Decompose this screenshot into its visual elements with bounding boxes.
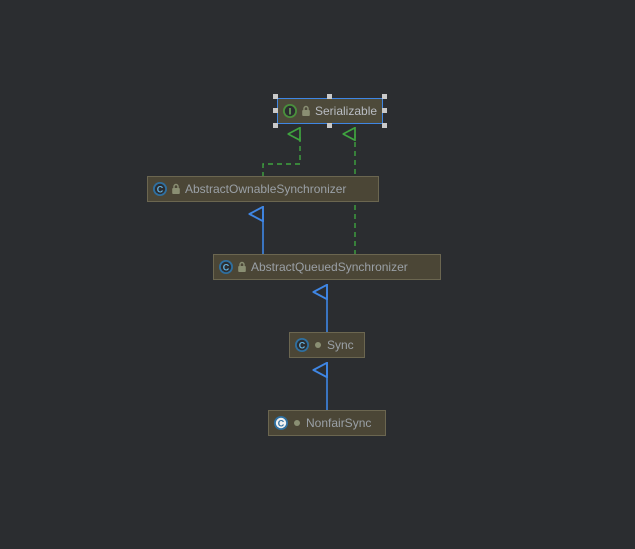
selection-handle[interactable] [273,108,278,113]
selection-handle[interactable] [273,123,278,128]
diagram-canvas[interactable]: I Serializable C [0,0,635,549]
lock-icon [237,259,247,275]
interface-icon: I [282,103,298,119]
node-label: Sync [327,338,354,352]
node-label: AbstractQueuedSynchronizer [251,260,408,274]
selection-handle[interactable] [382,108,387,113]
svg-text:I: I [289,107,292,117]
lock-icon [171,181,181,197]
svg-text:C: C [223,263,230,273]
node-label: NonfairSync [306,416,371,430]
edge-aos-serializable [263,134,300,177]
class-icon: C [218,259,234,275]
node-label: AbstractOwnableSynchronizer [185,182,346,196]
class-icon: C [294,337,310,353]
svg-text:C: C [278,419,285,429]
lock-icon [301,103,311,119]
selection-handle[interactable] [327,94,332,99]
lock-icon [313,337,323,353]
node-nonfair-sync[interactable]: C NonfairSync [268,410,386,436]
selection-handle[interactable] [382,123,387,128]
lock-icon [292,415,302,431]
node-abstract-ownable-synchronizer[interactable]: C AbstractOwnableSynchronizer [147,176,379,202]
node-sync[interactable]: C Sync [289,332,365,358]
selection-handle[interactable] [273,94,278,99]
node-serializable[interactable]: I Serializable [277,98,383,124]
selection-handle[interactable] [327,123,332,128]
svg-text:C: C [157,185,164,195]
class-icon: C [273,415,289,431]
node-label: Serializable [315,104,377,118]
selection-handle[interactable] [382,94,387,99]
svg-text:C: C [299,341,306,351]
class-icon: C [152,181,168,197]
node-abstract-queued-synchronizer[interactable]: C AbstractQueuedSynchronizer [213,254,441,280]
